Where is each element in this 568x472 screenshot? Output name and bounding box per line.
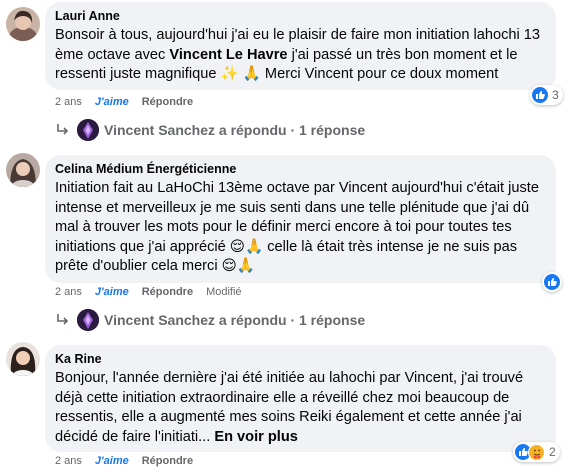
care-emoji-icon (528, 443, 545, 461)
like-button[interactable]: J'aime (95, 96, 129, 108)
comment-time[interactable]: 2 ans (55, 455, 82, 467)
reply-summary-row[interactable]: Vincent Sanchez a répondu · 1 réponse (55, 307, 365, 333)
reaction-summary[interactable] (542, 272, 562, 292)
reply-button[interactable]: Répondre (142, 96, 193, 108)
comment-author[interactable]: Celina Médium Énergéticienne (55, 162, 545, 177)
comment-text: Initiation fait au LaHoChi 13ème octave … (55, 180, 539, 275)
comment-bubble: Celina Médium Énergéticienne Initiation … (45, 155, 556, 283)
comment-actions: 2 ans J'aime Répondre Modifié (55, 285, 255, 299)
reaction-count: 3 (552, 88, 559, 102)
comment-bubble: Lauri Anne Bonsoir à tous, aujourd'hui j… (45, 2, 556, 90)
comment-bubble: Ka Rine Bonjour, l'année dernière j'ai é… (45, 345, 556, 452)
reaction-count: 2 (549, 445, 556, 459)
thumbs-up-icon (544, 274, 560, 290)
comment-author[interactable]: Ka Rine (55, 352, 545, 367)
comment-text: Bonjour, l'année dernière j'ai été initi… (55, 369, 545, 447)
comment-2: Celina Médium Énergéticienne Initiation … (0, 145, 568, 335)
comment-3: Ka Rine Bonjour, l'année dernière j'ai é… (0, 337, 568, 472)
like-button[interactable]: J'aime (95, 286, 129, 298)
reaction-summary[interactable]: 3 (530, 85, 563, 105)
avatar-lauri-anne[interactable] (6, 7, 40, 41)
mention-link[interactable]: Vincent Le Havre (169, 47, 287, 63)
reply-summary-row[interactable]: Vincent Sanchez a répondu · 1 réponse (55, 117, 365, 143)
see-more-link[interactable]: En voir plus (214, 429, 298, 445)
comment-1: Lauri Anne Bonsoir à tous, aujourd'hui j… (0, 0, 568, 143)
reply-author-avatar (77, 309, 99, 331)
reply-button[interactable]: Répondre (142, 286, 193, 298)
reaction-summary[interactable]: 2 (513, 442, 560, 462)
reply-arrow-icon (57, 314, 69, 325)
avatar-ka-rine[interactable] (6, 342, 40, 376)
comment-time[interactable]: 2 ans (55, 96, 82, 108)
reply-author-avatar (77, 119, 99, 141)
modified-label: Modifié (206, 286, 242, 298)
comment-actions: 2 ans J'aime Répondre (55, 95, 206, 109)
reply-summary-text: Vincent Sanchez a répondu · 1 réponse (104, 122, 366, 138)
comment-author[interactable]: Lauri Anne (55, 9, 545, 24)
reply-arrow-icon (57, 124, 69, 135)
like-button[interactable]: J'aime (95, 455, 129, 467)
comment-actions: 2 ans J'aime Répondre (55, 454, 206, 468)
comment-time[interactable]: 2 ans (55, 286, 82, 298)
reply-summary-text: Vincent Sanchez a répondu · 1 réponse (104, 312, 366, 328)
avatar-celina[interactable] (6, 153, 40, 187)
thumbs-up-icon (532, 87, 548, 103)
reply-button[interactable]: Répondre (142, 455, 193, 467)
comment-text: Bonsoir à tous, aujourd'hui j'ai eu le p… (55, 26, 545, 85)
